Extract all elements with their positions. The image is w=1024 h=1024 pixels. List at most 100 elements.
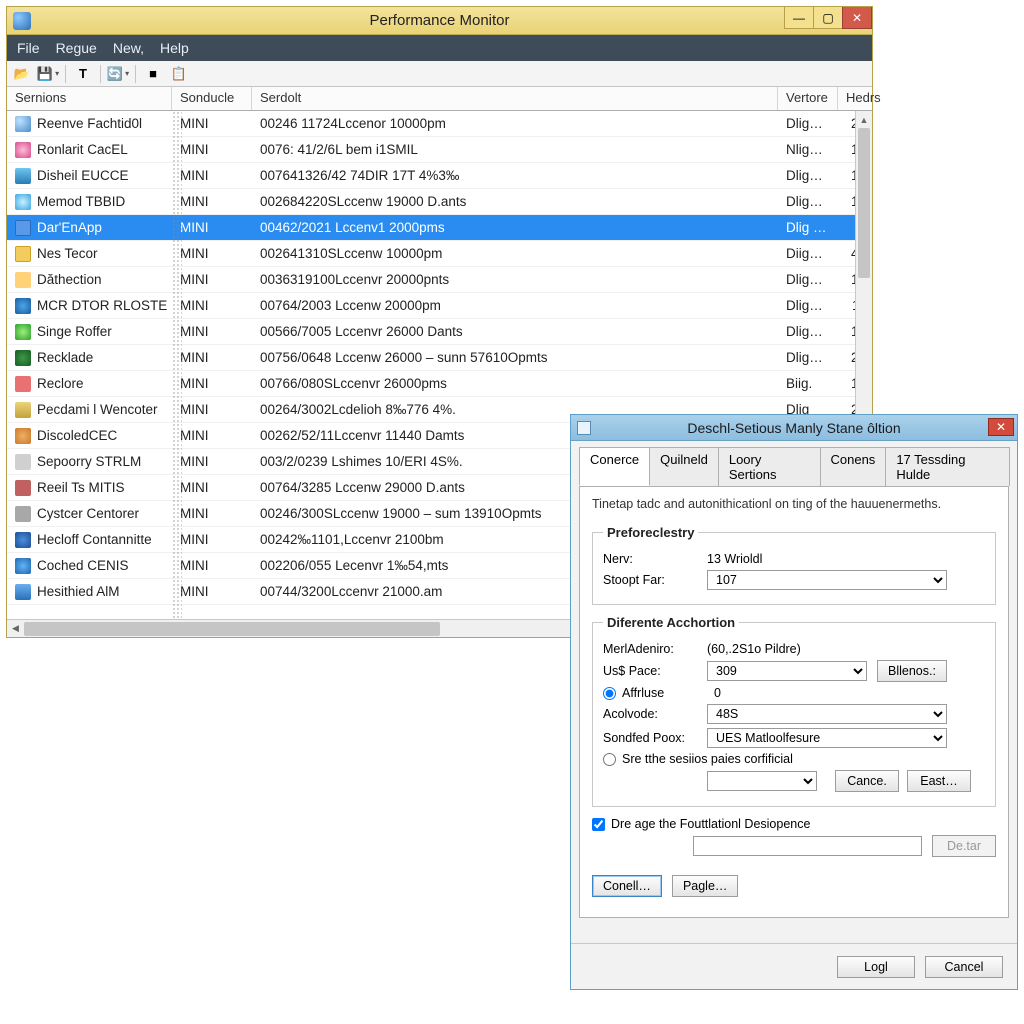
row-serdolt: 007641326/42 74DIR 17T 4%3‰ xyxy=(252,168,778,183)
table-row[interactable]: Singe RofferMINI00566/7005 Lccenvr 26000… xyxy=(7,319,872,345)
row-icon xyxy=(15,194,31,210)
select-acolvode[interactable]: 48S xyxy=(707,704,947,724)
row-serdolt: 002641310SLccenw 10000pm xyxy=(252,246,778,261)
maximize-button[interactable]: ▢ xyxy=(813,7,843,29)
menubar: File Regue New, Help xyxy=(7,35,872,61)
window-title: Performance Monitor xyxy=(369,12,509,29)
dialog-footer: Logl Cancel xyxy=(571,943,1017,989)
select-unnamed[interactable] xyxy=(707,771,817,791)
column-vertore[interactable]: Vertore xyxy=(778,87,838,110)
column-resize-handle[interactable] xyxy=(172,111,182,619)
table-row[interactable]: Ronlarit CacELMINI0076: 41/2/6L bem i1SM… xyxy=(7,137,872,163)
toolbar-refresh-icon[interactable]: 🔄 xyxy=(109,65,127,83)
label-nerv: Nerv: xyxy=(603,552,707,566)
tab-conens[interactable]: Conens xyxy=(820,447,887,486)
row-serdolt: 00756/0648 Lccenw 26000 – sunn 57610Opmt… xyxy=(252,350,778,365)
close-button[interactable]: ✕ xyxy=(842,7,872,29)
column-serdolt[interactable]: Serdolt xyxy=(252,87,778,110)
dialog-hint: Tinetap tadc and autonithicationl on tin… xyxy=(592,497,996,511)
scroll-up-icon[interactable]: ▲ xyxy=(856,111,872,128)
select-stoopt[interactable]: 107 xyxy=(707,570,947,590)
row-icon xyxy=(15,480,31,496)
row-serdolt: 00566/7005 Lccenvr 26000 Dants xyxy=(252,324,778,339)
toolbar-sep xyxy=(100,65,101,83)
row-vertore: Dlig… xyxy=(778,116,838,131)
detar-button[interactable]: De.tar xyxy=(932,835,996,857)
row-vertore: Dlig… xyxy=(778,168,838,183)
row-sonducle: MINI xyxy=(172,480,252,495)
toolbar-properties-icon[interactable]: 📋 xyxy=(170,65,188,83)
table-row[interactable]: Reenve Fachtid0lMINI00246 11724Lccenor 1… xyxy=(7,111,872,137)
menu-file[interactable]: File xyxy=(17,40,40,56)
select-uss[interactable]: 309 xyxy=(707,661,867,681)
east-button[interactable]: East… xyxy=(907,770,971,792)
tab-quilneld[interactable]: Quilneld xyxy=(649,447,719,486)
radio-affrluse[interactable] xyxy=(603,687,616,700)
toolbar-sep xyxy=(65,65,66,83)
table-row[interactable]: Disheil EUCCEMINI007641326/42 74DIR 17T … xyxy=(7,163,872,189)
row-name: Hesithied AlM xyxy=(37,584,120,599)
row-vertore: Dlig… xyxy=(778,324,838,339)
cancel-button[interactable]: Cancel xyxy=(925,956,1003,978)
toolbar-text-icon[interactable]: T xyxy=(74,65,92,83)
dialog-close-button[interactable]: ✕ xyxy=(988,418,1014,436)
label-uss: Us$ Pace: xyxy=(603,664,707,678)
row-icon xyxy=(15,402,31,418)
column-hedrs[interactable]: Hedrs xyxy=(838,87,872,110)
tabstrip: Conerce Quilneld Loory Sertions Conens 1… xyxy=(571,441,1017,486)
toolbar-open-icon[interactable]: 📂 xyxy=(13,65,31,83)
row-name: Reclore xyxy=(37,376,84,391)
row-icon xyxy=(15,532,31,548)
row-name: MCR DTOR RLOSTE xyxy=(37,298,167,313)
input-dreage-path[interactable] xyxy=(693,836,922,856)
table-row[interactable]: ReckladeMINI00756/0648 Lccenw 26000 – su… xyxy=(7,345,872,371)
table-row[interactable]: Nes TecorMINI002641310SLccenw 10000pmDii… xyxy=(7,241,872,267)
radio-sre-sessions[interactable] xyxy=(603,753,616,766)
table-row[interactable]: MCR DTOR RLOSTEMINI00764/2003 Lccenw 200… xyxy=(7,293,872,319)
toolbar-save-icon[interactable]: 💾 xyxy=(39,65,57,83)
ok-button[interactable]: Logl xyxy=(837,956,915,978)
value-meri: (60,.2S1o Pildre) xyxy=(707,642,985,656)
label-sondled: Sondfed Poox: xyxy=(603,731,707,745)
tab-page-conerce: Tinetap tadc and autonithicationl on tin… xyxy=(579,486,1009,918)
table-row[interactable]: Memod TBBIDMINI002684220SLccenw 19000 D.… xyxy=(7,189,872,215)
row-sonducle: MINI xyxy=(172,558,252,573)
select-sondled[interactable]: UES Matloolfesure xyxy=(707,728,947,748)
dialog-title: Deschl-Setious Manly Stane ôltion xyxy=(687,420,900,436)
row-icon xyxy=(15,558,31,574)
legend-preforeclestry: Preforeclestry xyxy=(603,525,698,540)
row-name: Reenve Fachtid0l xyxy=(37,116,142,131)
row-name: Memod TBBID xyxy=(37,194,125,209)
row-vertore: Nlig… xyxy=(778,142,838,157)
tab-tessding-hulde[interactable]: 17 Tessding Hulde xyxy=(885,447,1010,486)
row-icon xyxy=(15,350,31,366)
menu-regue[interactable]: Regue xyxy=(56,40,97,56)
tab-loory-sertions[interactable]: Loory Sertions xyxy=(718,447,821,486)
pagle-button[interactable]: Pagle… xyxy=(672,875,738,897)
label-affrluse: Affrluse xyxy=(622,686,714,700)
dialog-titlebar[interactable]: Deschl-Setious Manly Stane ôltion ✕ xyxy=(571,415,1017,441)
scroll-left-icon[interactable]: ◀ xyxy=(7,623,24,634)
browse-button[interactable]: Bllenos.: xyxy=(877,660,947,682)
row-icon xyxy=(15,168,31,184)
column-sernions[interactable]: Sernions xyxy=(7,87,172,110)
minimize-button[interactable]: — xyxy=(784,7,814,29)
conell-button[interactable]: Conell… xyxy=(592,875,662,897)
cance-button[interactable]: Cance. xyxy=(835,770,899,792)
hscroll-thumb[interactable] xyxy=(24,622,440,636)
checkbox-dreage[interactable] xyxy=(592,818,605,831)
titlebar[interactable]: Performance Monitor — ▢ ✕ xyxy=(7,7,872,35)
row-sonducle: MINI xyxy=(172,532,252,547)
scroll-thumb[interactable] xyxy=(858,128,870,278)
table-row[interactable]: RecloreMINI00766/080SLccenvr 26000pmsBii… xyxy=(7,371,872,397)
row-serdolt: 0036319100Lccenvr 20000pnts xyxy=(252,272,778,287)
toolbar: 📂 💾 T 🔄 ■ 📋 xyxy=(7,61,872,87)
menu-help[interactable]: Help xyxy=(160,40,189,56)
tab-conerce[interactable]: Conerce xyxy=(579,447,650,486)
column-sonducle[interactable]: Sonducle xyxy=(172,87,252,110)
table-row[interactable]: DăthectionMINI0036319100Lccenvr 20000pnt… xyxy=(7,267,872,293)
menu-new[interactable]: New, xyxy=(113,40,144,56)
row-name: Recklade xyxy=(37,350,93,365)
toolbar-stop-icon[interactable]: ■ xyxy=(144,65,162,83)
table-row[interactable]: Dar'EnAppMINI00462/2021 Lccenv1 2000pmsD… xyxy=(7,215,872,241)
